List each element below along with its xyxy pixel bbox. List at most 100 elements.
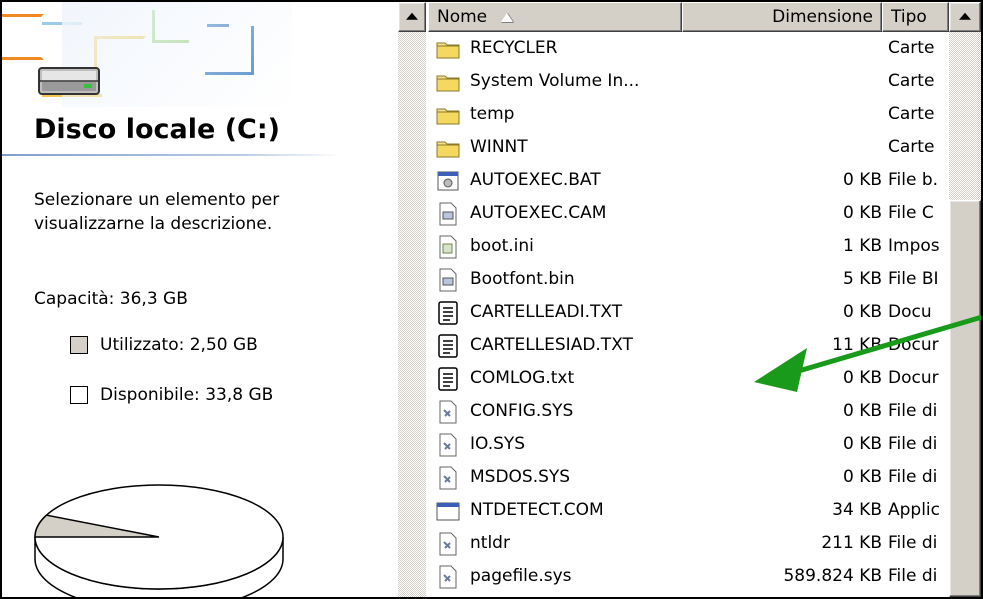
webview-panel: Disco locale (C:) Selezionare un element… — [2, 2, 398, 597]
used-swatch — [70, 336, 88, 354]
file-row[interactable]: System Volume In... Carte — [428, 65, 949, 98]
file-row[interactable]: MSDOS.SYS 0 KB File di — [428, 461, 949, 494]
file-size: 1 KB — [842, 236, 882, 256]
used-label: Utilizzato: 2,50 GB — [100, 335, 258, 355]
file-type: Impos — [888, 236, 940, 256]
file-type: File C — [888, 203, 934, 223]
drive-title: Disco locale (C:) — [34, 114, 280, 145]
title-divider — [2, 154, 342, 156]
column-size-label: Dimensione — [772, 7, 873, 27]
file-type: Applic — [888, 500, 941, 520]
file-row[interactable]: pagefile.sys 589.824 KB File di — [428, 560, 949, 593]
file-list-scrollbar[interactable] — [949, 2, 981, 597]
file-type: File b. — [888, 170, 939, 190]
text-file-icon — [436, 367, 460, 391]
file-name: AUTOEXEC.BAT — [470, 170, 601, 190]
file-row[interactable]: IO.SYS 0 KB File di — [428, 428, 949, 461]
column-header-size[interactable]: Dimensione — [682, 2, 882, 32]
file-type: File di — [888, 533, 938, 553]
scroll-track[interactable] — [398, 32, 426, 597]
file-name: COMLOG.txt — [470, 368, 575, 388]
file-name: NTDETECT.COM — [470, 500, 604, 520]
file-type: Carte — [888, 71, 935, 91]
file-name: ntldr — [470, 533, 510, 553]
file-size: 5 KB — [842, 269, 882, 289]
file-row[interactable]: RECYCLER Carte — [428, 32, 949, 65]
file-name: CARTELLEADI.TXT — [470, 302, 623, 322]
file-name: IO.SYS — [470, 434, 526, 454]
left-panel-scrollbar[interactable] — [398, 2, 426, 597]
file-size: 0 KB — [842, 170, 882, 190]
file-type: Docur — [888, 368, 939, 388]
file-type: Docu — [888, 302, 932, 322]
file-size: 0 KB — [842, 368, 882, 388]
file-type: Docur — [888, 335, 939, 355]
generic-file-icon — [436, 202, 460, 226]
free-label: Disponibile: 33,8 GB — [100, 385, 274, 405]
file-size: 0 KB — [842, 302, 882, 322]
file-type: File di — [888, 434, 938, 454]
text-file-icon — [436, 301, 460, 325]
file-row[interactable]: AUTOEXEC.BAT 0 KB File b. — [428, 164, 949, 197]
file-row[interactable]: NTDETECT.COM 34 KB Applic — [428, 494, 949, 527]
settings-file-icon — [436, 235, 460, 259]
file-row[interactable]: temp Carte — [428, 98, 949, 131]
free-swatch — [70, 386, 88, 404]
file-type: File BI — [888, 269, 939, 289]
system-file-icon — [436, 400, 460, 424]
system-file-icon — [436, 466, 460, 490]
scroll-up-button[interactable] — [398, 2, 426, 32]
file-size: 0 KB — [842, 401, 882, 421]
file-type: Carte — [888, 104, 935, 124]
text-file-icon — [436, 334, 460, 358]
system-file-icon — [436, 433, 460, 457]
folder-icon — [436, 103, 460, 127]
arrow-up-icon — [406, 12, 418, 20]
generic-file-icon — [436, 268, 460, 292]
file-type: File di — [888, 467, 938, 487]
column-header-type[interactable]: Tipo — [882, 2, 949, 32]
file-name: AUTOEXEC.CAM — [470, 203, 607, 223]
file-row[interactable]: AUTOEXEC.CAM 0 KB File C — [428, 197, 949, 230]
file-name: CONFIG.SYS — [470, 401, 574, 421]
file-size: 211 KB — [821, 533, 882, 553]
file-name: RECYCLER — [470, 38, 558, 58]
file-row[interactable]: CARTELLEADI.TXT 0 KB Docu — [428, 296, 949, 329]
scroll-up-button[interactable] — [949, 2, 981, 32]
file-type: Carte — [888, 137, 935, 157]
used-legend: Utilizzato: 2,50 GB — [70, 335, 258, 355]
file-row[interactable]: ntldr 211 KB File di — [428, 527, 949, 560]
file-row[interactable]: WINNT Carte — [428, 131, 949, 164]
file-row[interactable]: CONFIG.SYS 0 KB File di — [428, 395, 949, 428]
capacity-label: Capacità: 36,3 GB — [34, 289, 188, 309]
file-row[interactable]: COMLOG.txt 0 KB Docur — [428, 362, 949, 395]
file-row[interactable]: boot.ini 1 KB Impos — [428, 230, 949, 263]
system-file-icon — [436, 565, 460, 589]
scroll-thumb[interactable] — [949, 200, 981, 597]
column-header-name[interactable]: Nome — [428, 2, 682, 32]
system-file-icon — [436, 532, 460, 556]
file-type: Carte — [888, 38, 935, 58]
column-name-label: Nome — [437, 7, 488, 27]
disk-usage-pie — [34, 484, 284, 597]
column-type-label: Tipo — [891, 7, 927, 27]
file-size: 589.824 KB — [783, 566, 882, 586]
file-row[interactable]: CARTELLESIAD.TXT 11 KB Docur — [428, 329, 949, 362]
file-name: CARTELLESIAD.TXT — [470, 335, 633, 355]
file-row[interactable]: Bootfont.bin 5 KB File BI — [428, 263, 949, 296]
file-list: Nome Dimensione Tipo RECYCLER Carte System… — [428, 2, 949, 597]
folder-icon — [436, 136, 460, 160]
arrow-up-icon — [959, 12, 971, 20]
file-size: 11 KB — [832, 335, 882, 355]
folder-icon — [436, 70, 460, 94]
file-type: File di — [888, 401, 938, 421]
decorative-banner — [2, 2, 398, 112]
file-size: 34 KB — [832, 500, 882, 520]
file-name: System Volume In... — [470, 71, 640, 91]
folder-icon — [436, 37, 460, 61]
hard-drive-icon — [38, 67, 100, 95]
file-name: MSDOS.SYS — [470, 467, 571, 487]
file-size: 0 KB — [842, 467, 882, 487]
file-name: WINNT — [470, 137, 528, 157]
file-name: boot.ini — [470, 236, 534, 256]
